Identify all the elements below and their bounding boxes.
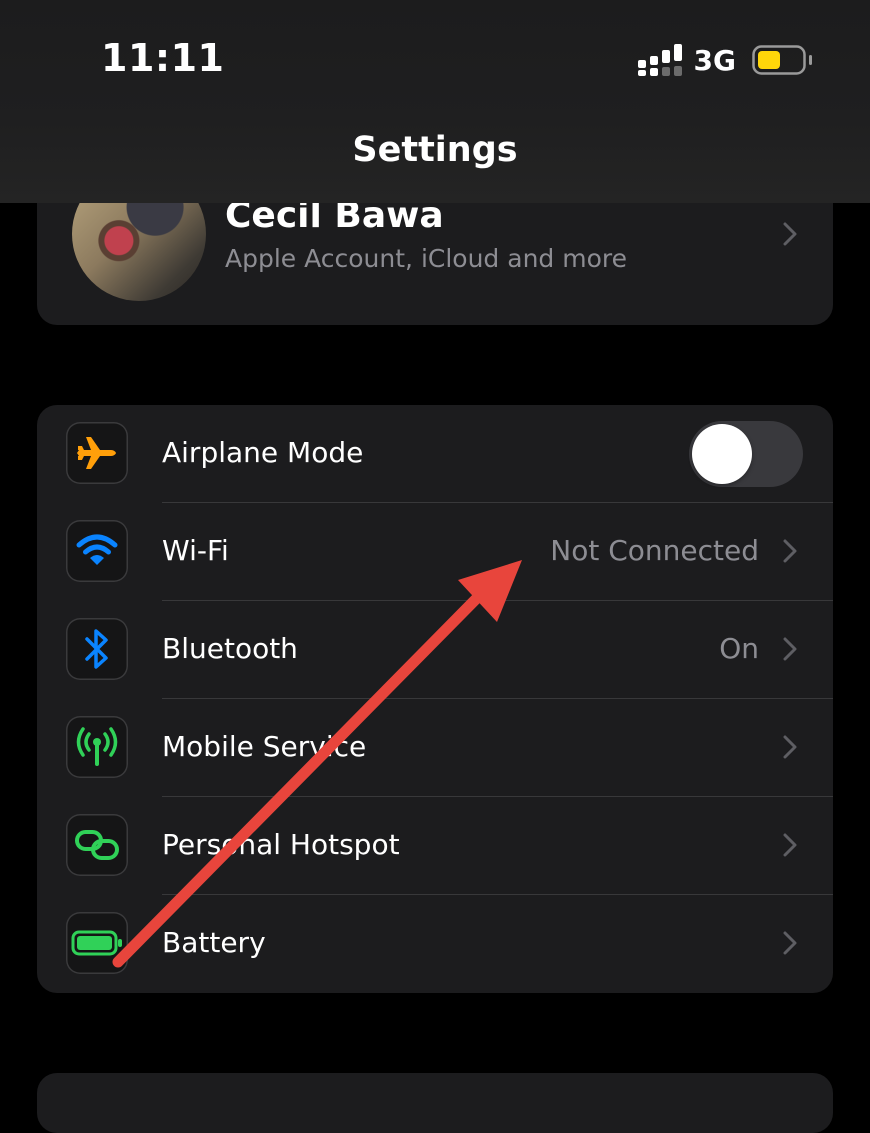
settings-row-airplane-mode[interactable]: Airplane Mode: [37, 405, 833, 503]
row-label: Airplane Mode: [162, 436, 364, 469]
chevron-right-icon: [783, 931, 797, 955]
connectivity-settings-group: Airplane Mode Wi-Fi Not Connected Blueto…: [37, 405, 833, 993]
hotspot-link-icon: [75, 830, 119, 860]
cellular-signal-icon: [637, 44, 682, 76]
hotspot-icon-tile: [66, 814, 128, 876]
settings-row-mobile-service[interactable]: Mobile Service: [37, 699, 833, 797]
toggle-knob: [692, 424, 752, 484]
settings-row-battery[interactable]: Battery: [37, 895, 833, 993]
status-indicators: 3G: [637, 40, 812, 80]
bluetooth-icon: [85, 629, 108, 669]
settings-row-wifi[interactable]: Wi-Fi Not Connected: [37, 503, 833, 601]
wifi-icon-tile: [66, 520, 128, 582]
top-bar: 11:11 3G Settings: [0, 0, 870, 203]
page-title: Settings: [352, 130, 518, 170]
bluetooth-icon-tile: [66, 618, 128, 680]
chevron-right-icon: [783, 222, 797, 246]
airplane-mode-toggle[interactable]: [689, 421, 803, 487]
chevron-right-icon: [783, 539, 797, 563]
row-label: Bluetooth: [162, 632, 298, 665]
airplane-icon-tile: [66, 422, 128, 484]
airplane-icon: [77, 437, 116, 469]
wifi-status-value: Not Connected: [550, 534, 759, 567]
network-type: 3G: [693, 43, 736, 77]
settings-row-personal-hotspot[interactable]: Personal Hotspot: [37, 797, 833, 895]
chevron-right-icon: [783, 735, 797, 759]
battery-icon: [71, 930, 122, 956]
antenna-icon: [76, 727, 118, 766]
bluetooth-status-value: On: [719, 632, 759, 665]
row-label: Battery: [162, 926, 266, 959]
row-label: Wi-Fi: [162, 534, 229, 567]
chevron-right-icon: [783, 833, 797, 857]
chevron-right-icon: [783, 637, 797, 661]
profile-subtitle: Apple Account, iCloud and more: [225, 244, 627, 273]
row-label: Mobile Service: [162, 730, 367, 763]
antenna-icon-tile: [66, 716, 128, 778]
settings-row-bluetooth[interactable]: Bluetooth On: [37, 601, 833, 699]
row-label: Personal Hotspot: [162, 828, 400, 861]
wifi-icon: [76, 534, 118, 565]
battery-icon-tile: [66, 912, 128, 974]
next-settings-group: [37, 1073, 833, 1133]
status-time: 11:11: [101, 36, 225, 80]
status-battery-icon: [752, 45, 812, 75]
